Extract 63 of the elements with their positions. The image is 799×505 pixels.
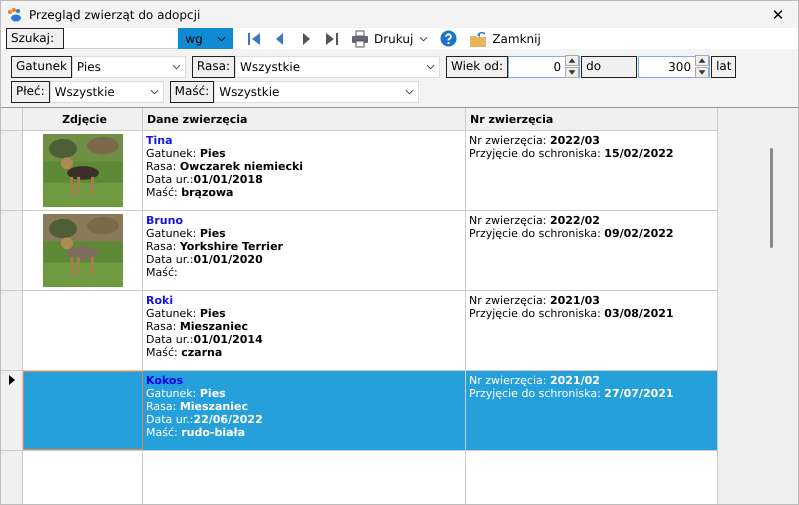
animal-name: Kokos: [146, 374, 184, 387]
animal-number-detail: Nr zwierzęcia: 2021/03: [469, 294, 601, 307]
close-button[interactable]: Zamknij: [463, 30, 547, 48]
window-title: Przegląd zwierząt do adopcji: [29, 8, 202, 22]
search-label: Szukaj:: [6, 28, 64, 49]
paw-icon: [7, 6, 23, 22]
animal-number-detail: Nr zwierzęcia: 2021/02: [469, 374, 601, 387]
caret-icon: [216, 36, 226, 42]
close-button[interactable]: ✕: [758, 1, 798, 28]
caret-icon: [405, 88, 414, 94]
filter-dropdown[interactable]: Wszystkie: [50, 80, 164, 102]
animal-detail: Gatunek: Pies: [146, 307, 227, 320]
animal-detail: Data ur.:22/06/2022: [146, 413, 264, 426]
animal-detail: Data ur.:01/01/2020: [146, 253, 264, 266]
folder-icon: [469, 30, 488, 48]
filter-label: Wiek od:: [446, 56, 508, 78]
animal-detail: Rasa: Mieszaniec: [146, 400, 249, 413]
caret-icon: [419, 36, 428, 42]
current-row-icon: [8, 375, 14, 385]
animal-detail: Gatunek: Pies: [146, 387, 227, 400]
filter-label: Gatunek: [11, 56, 72, 78]
caret-icon: [426, 64, 435, 70]
filter-label: Płeć:: [11, 80, 50, 102]
first-record-icon[interactable]: [246, 30, 262, 46]
filter-label: Rasa:: [192, 56, 235, 78]
filter-label: lat: [711, 56, 736, 78]
animal-name: Roki: [146, 294, 174, 307]
animal-number-detail: Nr zwierzęcia: 2022/02: [469, 214, 601, 227]
search-by-dropdown[interactable]: wg: [178, 28, 233, 49]
animal-detail: Maść: rudo-biała: [146, 426, 246, 439]
animal-number-detail: Przyjęcie do schroniska: 03/08/2021: [469, 307, 675, 320]
filter-dropdown[interactable]: Pies: [72, 56, 186, 78]
animal-detail: Data ur.:01/01/2018: [146, 173, 264, 186]
column-header[interactable]: Nr zwierzęcia: [466, 108, 718, 130]
animal-number-detail: Nr zwierzęcia: 2022/03: [469, 134, 601, 147]
animal-number-detail: Przyjęcie do schroniska: 15/02/2022: [469, 147, 675, 160]
animal-detail: Maść: brązowa: [146, 186, 234, 199]
help-icon[interactable]: [440, 30, 458, 47]
caret-icon: [150, 88, 159, 94]
filter-dropdown[interactable]: Wszystkie: [234, 56, 440, 78]
animal-name: Tina: [146, 134, 174, 147]
filter-label: Maść:: [170, 80, 214, 102]
animal-detail: Rasa: Yorkshire Terrier: [146, 240, 284, 253]
filter-dropdown[interactable]: Wszystkie: [214, 80, 420, 102]
animal-detail: Rasa: Owczarek niemiecki: [146, 160, 304, 173]
animal-name: Bruno: [146, 214, 184, 227]
animal-number-detail: Przyjęcie do schroniska: 09/02/2022: [469, 227, 675, 240]
age-spinner[interactable]: 300: [638, 56, 710, 78]
age-spinner[interactable]: 0: [508, 56, 580, 78]
animal-detail: Rasa: Mieszaniec: [146, 320, 249, 333]
caret-icon: [172, 64, 181, 70]
animal-detail: Maść:: [146, 266, 179, 279]
animal-detail: Data ur.:01/01/2014: [146, 333, 264, 346]
column-header[interactable]: Zdjęcie: [23, 108, 143, 130]
last-record-icon[interactable]: [324, 30, 340, 46]
column-header[interactable]: Dane zwierzęcia: [143, 108, 466, 130]
scrollbar-thumb[interactable]: [770, 148, 773, 248]
animal-detail: Gatunek: Pies: [146, 147, 227, 160]
animal-detail: Maść: czarna: [146, 346, 224, 359]
animal-detail: Gatunek: Pies: [146, 227, 227, 240]
animal-number-detail: Przyjęcie do schroniska: 27/07/2021: [469, 387, 675, 400]
filter-label: do: [581, 56, 638, 78]
print-button[interactable]: Drukuj: [345, 30, 434, 48]
